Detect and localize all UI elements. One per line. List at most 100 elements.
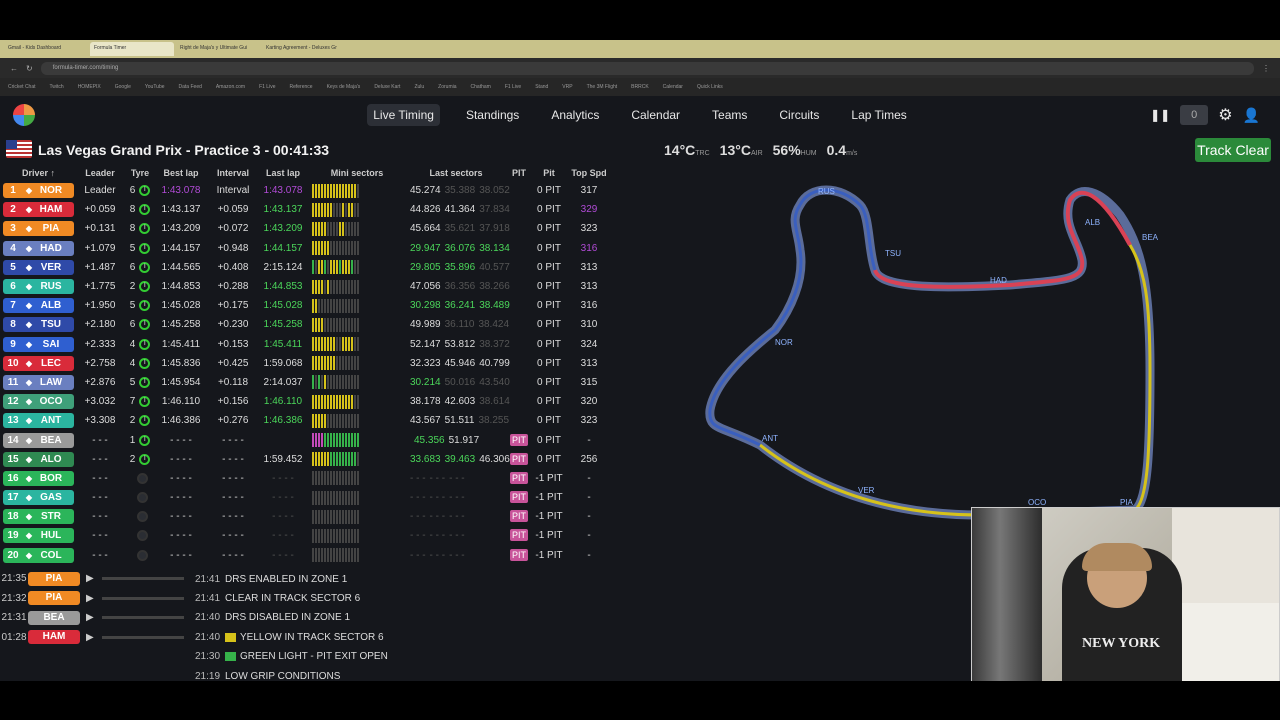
- bookmark-item[interactable]: Chatham: [471, 84, 491, 90]
- column-header[interactable]: Pit: [532, 168, 566, 181]
- settings-gear-icon[interactable]: ⚙: [1218, 105, 1232, 125]
- nav-item[interactable]: Analytics: [545, 104, 605, 126]
- bookmark-item[interactable]: BRRCK: [631, 84, 649, 90]
- table-row[interactable]: 20 ◆ COL - - -- - - -- - - -- - - -- - -- -…: [3, 546, 615, 565]
- table-row[interactable]: 5 ◆ VER +1.487 6 I 1:44.565 +0.408 2:15.124 29.80…: [3, 258, 615, 277]
- driver-badge[interactable]: 15 ◆ ALO: [3, 451, 74, 467]
- bookmark-item[interactable]: HOMEPIX: [78, 84, 101, 90]
- play-icon[interactable]: ▶: [86, 612, 94, 623]
- driver-badge[interactable]: 2 ◆ HAM: [3, 202, 74, 218]
- radio-item[interactable]: 21:32 PIA ▶: [0, 590, 184, 607]
- driver-badge[interactable]: 18 ◆ STR: [3, 509, 74, 525]
- table-row[interactable]: 10 ◆ LEC +2.758 4 I 1:45.836 +0.425 1:59.068 32.3…: [3, 354, 615, 373]
- bookmark-item[interactable]: Data Feed: [179, 84, 202, 90]
- table-row[interactable]: 4 ◆ HAD +1.079 5 I 1:44.157 +0.948 1:44.157 29.94…: [3, 239, 615, 258]
- table-row[interactable]: 12 ◆ OCO +3.032 7 I 1:46.110 +0.156 1:46.110 38.1…: [3, 392, 615, 411]
- bookmark-item[interactable]: Reference: [289, 84, 312, 90]
- column-header[interactable]: Top Spd: [566, 168, 612, 181]
- table-row[interactable]: 9 ◆ SAI +2.333 4 I 1:45.411 +0.153 1:45.411 52.14…: [3, 335, 615, 354]
- play-icon[interactable]: ▶: [86, 632, 94, 643]
- bookmark-item[interactable]: Stand: [535, 84, 548, 90]
- driver-badge[interactable]: 11 ◆ LAW: [3, 374, 74, 390]
- browser-tab[interactable]: Gmail - Kids Dashboard: [4, 42, 88, 56]
- column-header[interactable]: Last sectors: [406, 168, 506, 181]
- bookmark-item[interactable]: Quick Links: [697, 84, 723, 90]
- nav-item[interactable]: Lap Times: [845, 104, 912, 126]
- bookmark-item[interactable]: Keys de Maja's: [327, 84, 361, 90]
- driver-badge[interactable]: 12 ◆ OCO: [3, 394, 74, 410]
- column-header[interactable]: Last lap: [258, 168, 308, 181]
- table-row[interactable]: 2 ◆ HAM +0.059 8 I 1:43.137 +0.059 1:43.137 44.82…: [3, 200, 615, 219]
- driver-badge[interactable]: 19 ◆ HUL: [3, 528, 74, 544]
- driver-badge[interactable]: 10 ◆ LEC: [3, 355, 74, 371]
- column-header[interactable]: Driver ↑: [3, 168, 74, 181]
- driver-badge[interactable]: 3 ◆ PIA: [3, 221, 74, 237]
- table-row[interactable]: 3 ◆ PIA +0.131 8 I 1:43.209 +0.072 1:43.209 45.66…: [3, 219, 615, 238]
- radio-item[interactable]: 01:28 HAM ▶: [0, 629, 184, 646]
- table-row[interactable]: 11 ◆ LAW +2.876 5 I 1:45.954 +0.118 2:14.037 30.2…: [3, 373, 615, 392]
- driver-badge[interactable]: 6 ◆ RUS: [3, 279, 74, 295]
- bookmark-item[interactable]: Deluxe Kart: [374, 84, 400, 90]
- table-row[interactable]: 17 ◆ GAS - - -- - - -- - - -- - - -- - -- -…: [3, 488, 615, 507]
- nav-item[interactable]: Live Timing: [367, 104, 440, 126]
- column-header[interactable]: PIT: [506, 168, 532, 181]
- driver-badge[interactable]: 13 ◆ ANT: [3, 413, 74, 429]
- pause-icon[interactable]: ❚❚: [1150, 108, 1170, 122]
- table-row[interactable]: 7 ◆ ALB +1.950 5 I 1:45.028 +0.175 1:45.028 30.29…: [3, 296, 615, 315]
- table-row[interactable]: 16 ◆ BOR - - -- - - -- - - -- - - -- - -- -…: [3, 469, 615, 488]
- table-row[interactable]: 6 ◆ RUS +1.775 2 I 1:44.853 +0.288 1:44.853 47.05…: [3, 277, 615, 296]
- extensions-icon[interactable]: ⋮: [1262, 64, 1270, 73]
- bookmark-item[interactable]: F1 Live: [505, 84, 521, 90]
- table-row[interactable]: 19 ◆ HUL - - -- - - -- - - -- - - -- - -- -…: [3, 526, 615, 545]
- table-row[interactable]: 8 ◆ TSU +2.180 6 I 1:45.258 +0.230 1:45.258 49.98…: [3, 315, 615, 334]
- bookmark-item[interactable]: Amazon.com: [216, 84, 245, 90]
- radio-item[interactable]: 21:35 PIA ▶: [0, 570, 184, 587]
- bookmark-item[interactable]: Calendar: [663, 84, 683, 90]
- driver-badge[interactable]: 17 ◆ GAS: [3, 490, 74, 506]
- radio-item[interactable]: 21:31 BEA ▶: [0, 609, 184, 626]
- table-row[interactable]: 18 ◆ STR - - -- - - -- - - -- - - -- - -- -…: [3, 507, 615, 526]
- user-icon[interactable]: 👤: [1243, 107, 1260, 124]
- browser-tab[interactable]: Formula Timer: [90, 42, 174, 56]
- driver-badge[interactable]: 4 ◆ HAD: [3, 240, 74, 256]
- driver-badge[interactable]: 9 ◆ SAI: [3, 336, 74, 352]
- bookmark-item[interactable]: Zulu: [414, 84, 424, 90]
- column-header[interactable]: Tyre: [126, 168, 154, 181]
- bookmark-item[interactable]: YouTube: [145, 84, 165, 90]
- nav-item[interactable]: Standings: [460, 104, 525, 126]
- driver-badge[interactable]: 16 ◆ BOR: [3, 470, 74, 486]
- nav-item[interactable]: Teams: [706, 104, 753, 126]
- column-header[interactable]: Best lap: [154, 168, 208, 181]
- driver-badge[interactable]: 1 ◆ NOR: [3, 183, 74, 199]
- column-header[interactable]: Mini sectors: [308, 168, 406, 181]
- table-row[interactable]: 15 ◆ ALO - - - 2I - - - - - - - - 1:59.452 33.68…: [3, 450, 615, 469]
- reload-icon[interactable]: ↻: [26, 64, 33, 73]
- nav-item[interactable]: Circuits: [773, 104, 825, 126]
- bookmark-item[interactable]: F1 Live: [259, 84, 275, 90]
- column-header[interactable]: Leader: [74, 168, 126, 181]
- bookmark-item[interactable]: Twitch: [50, 84, 64, 90]
- driver-badge[interactable]: 5 ◆ VER: [3, 259, 74, 275]
- delay-counter[interactable]: 0: [1180, 105, 1209, 125]
- driver-badge[interactable]: 20 ◆ COL: [3, 547, 74, 563]
- play-icon[interactable]: ▶: [86, 593, 94, 604]
- bookmark-item[interactable]: Zorumia: [438, 84, 456, 90]
- bookmark-item[interactable]: VRP: [562, 84, 572, 90]
- app-logo-icon[interactable]: [13, 104, 35, 126]
- nav-item[interactable]: Calendar: [625, 104, 686, 126]
- browser-tab[interactable]: Karting Agreement - Deluxes Gr: [262, 42, 346, 56]
- bookmark-item[interactable]: The 3M Flight: [587, 84, 618, 90]
- url-field[interactable]: formula-timer.com/timing: [40, 61, 1254, 75]
- driver-badge[interactable]: 7 ◆ ALB: [3, 298, 74, 314]
- bookmark-item[interactable]: Google: [115, 84, 131, 90]
- bookmark-item[interactable]: Cricket Chat: [8, 84, 36, 90]
- back-icon[interactable]: ←: [10, 64, 18, 73]
- driver-badge[interactable]: 14 ◆ BEA: [3, 432, 74, 448]
- browser-tab[interactable]: Right de Maja's y Ultimate Gui: [176, 42, 260, 56]
- table-row[interactable]: 1 ◆ NOR Leader 6 I 1:43.078 Interval 1:43.078 45.…: [3, 181, 615, 200]
- column-header[interactable]: Interval: [208, 168, 258, 181]
- table-row[interactable]: 14 ◆ BEA - - -1I- - - -- - - -45.356 51.917 P…: [3, 430, 615, 449]
- driver-badge[interactable]: 8 ◆ TSU: [3, 317, 74, 333]
- table-row[interactable]: 13 ◆ ANT +3.308 2 I 1:46.386 +0.276 1:46.386 43.5…: [3, 411, 615, 430]
- play-icon[interactable]: ▶: [86, 573, 94, 584]
